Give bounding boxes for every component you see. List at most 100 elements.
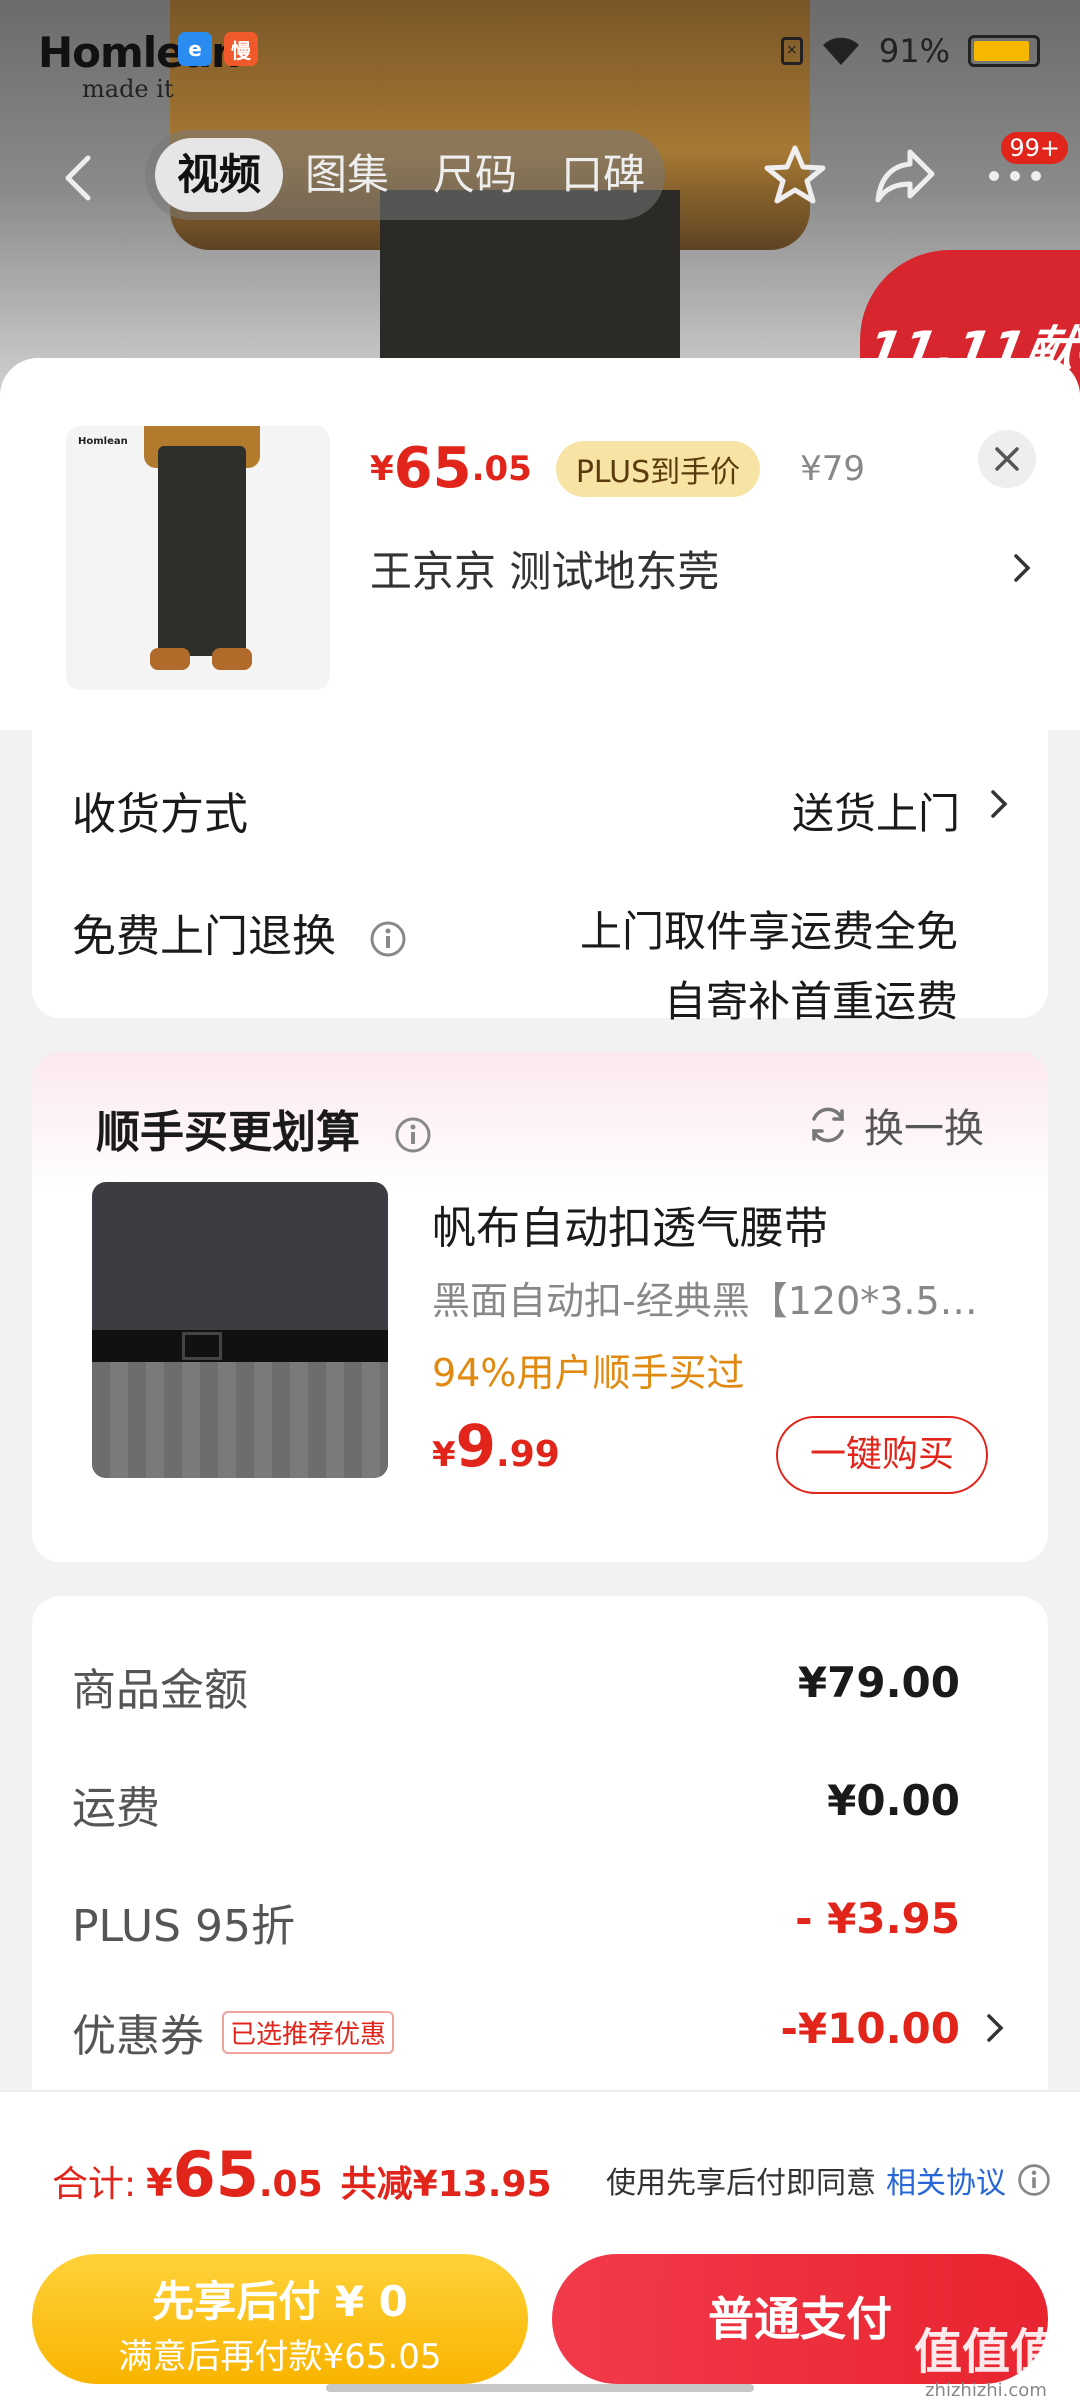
price-currency: ¥	[370, 448, 394, 489]
battery-percent: 91%	[878, 32, 950, 70]
thumbnail-pants	[158, 446, 246, 656]
media-tabs: 视频 图集 尺码 口碑	[145, 130, 665, 220]
price-integer: 65	[393, 436, 472, 501]
pay-later-title: 先享后付 ¥ 0	[152, 2277, 408, 2326]
tab-video[interactable]: 视频	[155, 138, 284, 212]
addon-name[interactable]: 帆布自动扣透气腰带	[432, 1192, 828, 1256]
total-currency: ¥	[146, 2161, 173, 2205]
refresh-icon	[812, 1107, 844, 1143]
share-icon[interactable]	[870, 140, 940, 210]
one-click-buy-button[interactable]: 一键购买	[776, 1416, 988, 1494]
brand-tagline: made it	[82, 75, 174, 103]
agreement-text: 使用先享后付即同意	[606, 2166, 876, 2201]
swap-button[interactable]: 换一换	[806, 1096, 984, 1154]
back-button[interactable]	[50, 148, 110, 208]
addon-price-currency: ¥	[432, 1435, 456, 1475]
status-app-icons: e 慢	[178, 32, 258, 66]
address-chevron-right-icon[interactable]	[1006, 548, 1036, 588]
browser-app-icon: e	[178, 32, 212, 66]
status-bar: Homlean made it e 慢 × 91%	[0, 28, 1080, 103]
product-price-row: ¥ 65 .05 PLUS到手价 ¥79	[370, 436, 865, 501]
total-row: 合计: ¥ 65 .05 共减¥13.95	[52, 2138, 552, 2211]
addon-price: ¥ 9 .99	[432, 1412, 560, 1480]
addon-image-belt	[92, 1330, 388, 1362]
product-header: Homlean ¥ 65 .05 PLUS到手价 ¥79 王京京 测试地东莞	[0, 358, 1080, 730]
addon-price-integer: 9	[455, 1412, 497, 1480]
agreement-link[interactable]: 相关协议	[886, 2158, 1006, 2202]
watermark-text: 值值值	[913, 2324, 1058, 2380]
message-badge: 99+	[1001, 132, 1068, 164]
product-thumbnail[interactable]: Homlean	[66, 426, 330, 690]
thumbnail-logo: Homlean	[78, 436, 128, 447]
thumbnail-boot-left	[150, 648, 190, 670]
addon-title-text: 顺手买更划算	[96, 1107, 360, 1158]
info-icon[interactable]	[368, 919, 408, 959]
summary-row: 运费 ¥0.00	[72, 1772, 1008, 1834]
pay-later-button[interactable]: 先享后付 ¥ 0 满意后再付款¥65.05	[32, 2254, 528, 2384]
chevron-left-icon	[65, 155, 91, 201]
total-saved: 共减¥13.95	[340, 2164, 552, 2205]
addon-card: 顺手买更划算 换一换 帆布自动扣透气腰带 黑面自动扣-经典黑【120*3.5… …	[32, 1052, 1048, 1562]
summary-row: 商品金额 ¥79.00	[72, 1654, 1008, 1716]
tab-gallery[interactable]: 图集	[283, 138, 411, 212]
original-price: ¥79	[800, 448, 866, 489]
coupon-chevron-right-icon[interactable]	[980, 2008, 1008, 2048]
summary-value: ¥0.00	[827, 1776, 960, 1825]
free-return-value-1: 上门取件享运费全免	[579, 907, 958, 956]
sim-icon: ×	[780, 37, 803, 65]
total-integer: 65	[172, 2138, 259, 2211]
wifi-icon	[822, 37, 859, 65]
watermark-url: zhizhizhi.com	[925, 2380, 1047, 2400]
addon-title: 顺手买更划算	[96, 1096, 433, 1160]
watermark: 值值值 zhizhizhi.com	[914, 2312, 1058, 2400]
swap-label: 换一换	[864, 1106, 984, 1152]
coupon-row[interactable]: 优惠券 已选推荐优惠 -¥10.00	[72, 2000, 1008, 2062]
delivery-method-label: 收货方式	[72, 789, 248, 840]
addon-product-image[interactable]	[92, 1182, 388, 1478]
summary-label: 运费	[72, 1783, 160, 1834]
agreement-notice: 使用先享后付即同意 相关协议	[606, 2158, 1052, 2202]
summary-row: PLUS 95折 - ¥3.95	[72, 1890, 1008, 1952]
addon-image-buckle	[182, 1332, 222, 1360]
summary-label: PLUS 95折	[72, 1901, 295, 1952]
delivery-chevron-right-icon[interactable]	[984, 784, 1012, 824]
free-return-value-2: 自寄补首重运费	[663, 977, 958, 1026]
summary-label: 优惠券 已选推荐优惠	[72, 2000, 395, 2064]
total-label: 合计:	[52, 2164, 137, 2205]
shipping-address[interactable]: 王京京 测试地东莞	[370, 538, 719, 599]
status-right: × 91%	[780, 32, 1040, 70]
coupon-label: 优惠券	[72, 2011, 204, 2062]
nav-actions: 99+	[760, 132, 1068, 210]
coupon-tag: 已选推荐优惠	[222, 2010, 395, 2054]
slow-app-icon: 慢	[224, 32, 258, 66]
addon-image-trousers	[92, 1352, 388, 1478]
close-button[interactable]	[978, 430, 1036, 488]
favorite-star-icon[interactable]	[760, 140, 830, 210]
addon-price-decimal: .99	[496, 1434, 560, 1475]
tab-size[interactable]: 尺码	[411, 138, 539, 212]
battery-icon	[968, 35, 1040, 67]
agreement-info-icon[interactable]	[1016, 2162, 1052, 2198]
free-return-label: 免费上门退换	[72, 900, 408, 964]
thumbnail-boot-right	[212, 648, 252, 670]
top-nav: 视频 图集 尺码 口碑 99+	[0, 130, 1080, 220]
addon-info-icon[interactable]	[393, 1115, 433, 1155]
summary-value: - ¥3.95	[795, 1894, 960, 1943]
summary-label: 商品金额	[72, 1665, 248, 1716]
tab-reviews[interactable]: 口碑	[539, 138, 665, 212]
coupon-value: -¥10.00	[780, 2004, 960, 2053]
free-return-text: 免费上门退换	[72, 911, 336, 962]
addon-spec: 黑面自动扣-经典黑【120*3.5…	[432, 1279, 978, 1323]
pay-later-subtitle: 满意后再付款¥65.05	[118, 2337, 442, 2377]
delivery-card: 收货方式 送货上门 免费上门退换 上门取件享运费全免 自寄补首重运费	[32, 688, 1048, 1026]
close-icon	[995, 447, 1019, 471]
delivery-method-value[interactable]: 送货上门	[792, 780, 960, 841]
addon-tip: 94%用户顺手买过	[432, 1351, 745, 1395]
price-decimal: .05	[471, 448, 532, 489]
summary-value: ¥79.00	[797, 1658, 960, 1707]
total-decimal: .05	[258, 2164, 323, 2205]
plus-price-tag: PLUS到手价	[555, 440, 761, 497]
home-indicator[interactable]	[326, 2384, 754, 2392]
bottom-pay-bar: 合计: ¥ 65 .05 共减¥13.95 使用先享后付即同意 相关协议 先享后付…	[0, 2090, 1080, 2400]
more-button[interactable]: 99+	[980, 132, 1068, 210]
